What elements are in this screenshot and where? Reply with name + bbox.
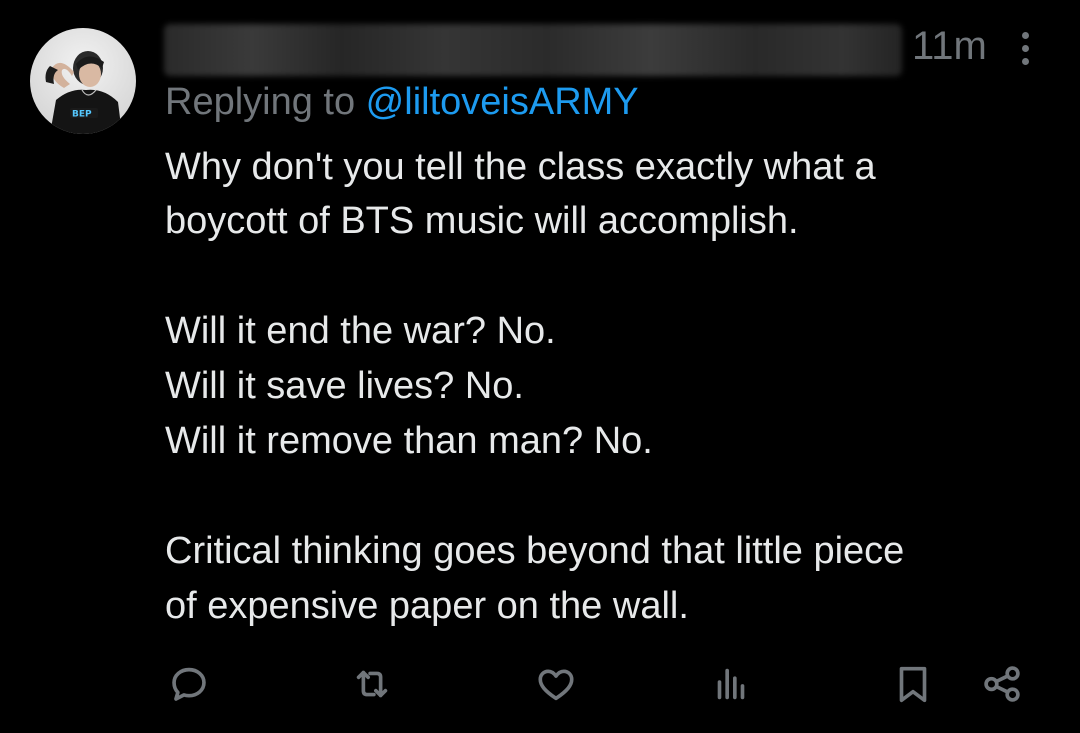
views-button[interactable] bbox=[705, 658, 757, 710]
tweet-text-line: of expensive paper on the wall. bbox=[165, 585, 689, 627]
tweet-text-line: Will it save lives? No. bbox=[165, 365, 524, 407]
timestamp[interactable]: 11m bbox=[912, 22, 987, 70]
like-button[interactable] bbox=[530, 658, 582, 710]
avatar-shirt-text: BEP bbox=[72, 110, 92, 120]
share-icon bbox=[984, 666, 1020, 702]
replying-to-handle[interactable]: @liltoveisARMY bbox=[366, 81, 639, 123]
retweet-icon bbox=[356, 670, 388, 698]
replying-to-label: Replying to bbox=[165, 81, 366, 123]
retweet-button[interactable] bbox=[346, 658, 398, 710]
more-dot bbox=[1022, 45, 1029, 52]
more-options-icon[interactable] bbox=[1008, 28, 1044, 70]
views-icon bbox=[717, 668, 745, 700]
bookmark-button[interactable] bbox=[887, 658, 939, 710]
reply-button[interactable] bbox=[163, 658, 215, 710]
tweet[interactable]: BEP 11m Replying to @liltoveisARMY Why d… bbox=[0, 0, 1080, 733]
display-name-redacted[interactable] bbox=[164, 24, 902, 76]
tweet-text-line: Will it end the war? No. bbox=[165, 310, 556, 352]
tweet-text-line: Will it remove than man? No. bbox=[165, 420, 653, 462]
avatar-image: BEP bbox=[45, 51, 122, 134]
tweet-text-line: Why don't you tell the class exactly wha… bbox=[165, 146, 876, 188]
replying-to: Replying to @liltoveisARMY bbox=[165, 78, 639, 126]
reply-icon bbox=[172, 667, 206, 701]
like-icon bbox=[538, 669, 574, 701]
tweet-text-line: boycott of BTS music will accomplish. bbox=[165, 200, 799, 242]
bookmark-icon bbox=[899, 666, 927, 703]
more-dot bbox=[1022, 58, 1029, 65]
more-dot bbox=[1022, 32, 1029, 39]
tweet-text-line: Critical thinking goes beyond that littl… bbox=[165, 530, 905, 572]
share-button[interactable] bbox=[976, 658, 1028, 710]
avatar[interactable]: BEP bbox=[30, 28, 136, 134]
